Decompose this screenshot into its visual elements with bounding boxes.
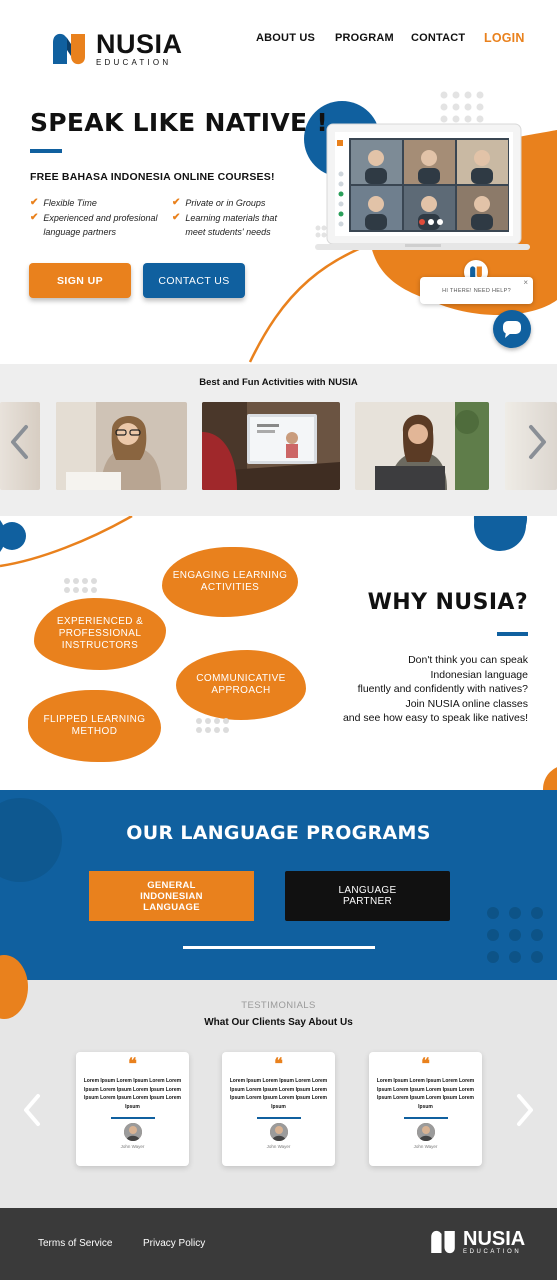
hero-title: SPEAK LIKE NATIVE !: [30, 108, 329, 137]
dots-decoration: [64, 578, 97, 593]
logo-tagline: EDUCATION: [96, 58, 172, 67]
testimonial-text: Lorem Ipsum Lorem Ipsum Lorem Lorem Ipsu…: [83, 1078, 182, 1110]
chat-icon: [503, 321, 521, 338]
avatar: [269, 1122, 288, 1141]
nav-program[interactable]: PROGRAM: [335, 32, 394, 44]
close-icon[interactable]: ×: [523, 278, 528, 287]
nav-login[interactable]: LOGIN: [484, 31, 525, 45]
programs-section: [0, 790, 557, 980]
testimonial-card: ❝ Lorem Ipsum Lorem Ipsum Lorem Lorem Ip…: [222, 1052, 335, 1166]
chat-bubble[interactable]: HI THERE! NEED HELP? ×: [420, 277, 533, 304]
nav-about-us[interactable]: ABOUT US: [256, 32, 315, 44]
features-left: ✔ Flexible Time ✔ Experienced and profesio…: [30, 196, 170, 240]
feature-item: ✔ Private or in Groups: [172, 196, 302, 211]
testimonial-card: ❝ Lorem Ipsum Lorem Ipsum Lorem Lorem Ip…: [369, 1052, 482, 1166]
contact-us-button[interactable]: CONTACT US: [143, 263, 245, 298]
why-title-underline: [497, 632, 528, 636]
testimonial-name: John Wayer: [413, 1143, 438, 1149]
activity-photo[interactable]: [202, 402, 340, 490]
activities-title: Best and Fun Activities with NUSIA: [199, 377, 358, 388]
terms-of-service-link[interactable]: Terms of Service: [38, 1238, 112, 1249]
footer-logo[interactable]: NUSIA EDUCATION: [429, 1228, 525, 1256]
feature-item: ✔ Learning materials that: [172, 211, 302, 226]
features-right: ✔ Private or in Groups ✔ Learning material…: [172, 196, 302, 240]
check-icon: ✔: [30, 197, 39, 208]
carousel-prev-arrow-icon[interactable]: [8, 424, 30, 460]
privacy-policy-link[interactable]: Privacy Policy: [143, 1238, 205, 1249]
chat-bubble-text: HI THERE! NEED HELP?: [442, 287, 511, 294]
testimonial-text: Lorem Ipsum Lorem Ipsum Lorem Lorem Ipsu…: [376, 1078, 475, 1110]
check-icon: ✔: [172, 197, 181, 208]
testimonials-title: What Our Clients Say About Us: [204, 1017, 353, 1028]
check-icon: ✔: [172, 211, 181, 223]
why-nusia-title: WHY NUSIA?: [367, 590, 528, 615]
testimonial-name: John Wayer: [266, 1143, 291, 1149]
general-indonesian-button[interactable]: GENERAL INDONESIAN LANGUAGE: [89, 871, 254, 921]
testimonial-prev-arrow-icon[interactable]: [22, 1093, 42, 1127]
testimonial-name: John Wayer: [120, 1143, 145, 1149]
feature-item-continued: ✔language partners: [43, 227, 116, 237]
avatar: [416, 1122, 435, 1141]
avatar: [123, 1122, 142, 1141]
testimonial-next-arrow-icon[interactable]: [515, 1093, 535, 1127]
programs-title: OUR LANGUAGE PROGRAMS: [126, 822, 431, 844]
dots-decoration: [196, 718, 229, 733]
laptop-video-call-image: [315, 122, 530, 252]
feature-item: ✔ Experienced and profesional: [30, 211, 170, 226]
hero-title-underline: [30, 149, 62, 153]
footer-logo-name: NUSIA: [463, 1228, 526, 1250]
quote-icon: ❝: [128, 1056, 137, 1073]
chat-button[interactable]: [493, 310, 531, 348]
testimonial-text: Lorem Ipsum Lorem Ipsum Lorem Lorem Ipsu…: [229, 1078, 328, 1110]
hero-subtitle: FREE BAHASA INDONESIA ONLINE COURSES!: [30, 171, 275, 183]
logo-icon: [50, 30, 88, 68]
check-icon: ✔: [30, 211, 39, 223]
footer-logo-tagline: EDUCATION: [463, 1249, 522, 1255]
activity-photo[interactable]: [355, 402, 489, 490]
feature-blob-communicative: COMMUNICATIVE APPROACH: [176, 650, 306, 720]
feature-item: ✔ Flexible Time: [30, 196, 170, 211]
activity-photo[interactable]: [56, 402, 187, 490]
sign-up-button[interactable]: SIGN UP: [29, 263, 131, 298]
nav-contact[interactable]: CONTACT: [411, 32, 465, 44]
feature-blob-flipped: FLIPPED LEARNING METHOD: [28, 690, 161, 762]
language-partner-button[interactable]: LANGUAGE PARTNER: [285, 871, 450, 921]
header-logo[interactable]: NUSIA EDUCATION: [50, 28, 185, 70]
testimonials-label: TESTIMONIALS: [241, 1000, 316, 1011]
quote-icon: ❝: [274, 1056, 283, 1073]
logo-name: NUSIA: [96, 29, 183, 59]
quote-icon: ❝: [421, 1056, 430, 1073]
programs-divider: [183, 946, 375, 949]
feature-item-continued: ✔meet students' needs: [185, 227, 271, 237]
testimonial-card: ❝ Lorem Ipsum Lorem Ipsum Lorem Lorem Ip…: [76, 1052, 189, 1166]
why-nusia-description: Don't think you can speak Indonesian lan…: [342, 654, 528, 724]
logo-icon: [431, 1230, 455, 1254]
carousel-next-arrow-icon[interactable]: [527, 424, 549, 460]
